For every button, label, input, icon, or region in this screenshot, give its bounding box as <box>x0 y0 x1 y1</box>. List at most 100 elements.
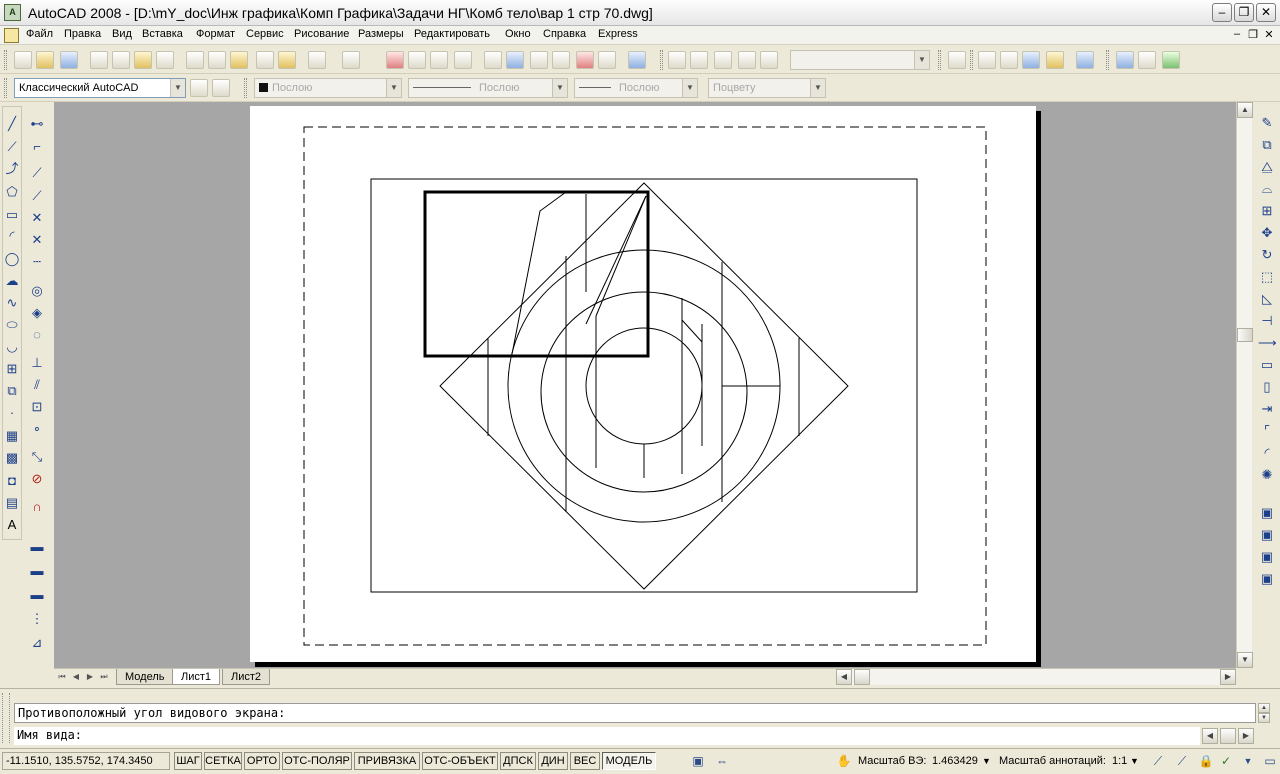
command-line-input[interactable]: Имя вида: <box>14 727 1200 745</box>
doc-close-button[interactable]: ✕ <box>1262 28 1276 41</box>
menu-edit[interactable]: Правка <box>64 28 101 40</box>
markup-icon[interactable] <box>576 51 594 69</box>
maximize-viewport-icon[interactable]: ▣ <box>690 753 706 769</box>
menu-format[interactable]: Формат <box>196 28 235 40</box>
table-icon[interactable]: ▤ <box>3 494 21 512</box>
cmd-scroll-right-button[interactable]: ▶ <box>1238 728 1254 744</box>
snap-tracking-icon[interactable]: ⊷ <box>28 115 46 133</box>
snap-center-icon[interactable]: ◎ <box>28 282 46 300</box>
tab-model[interactable]: Модель <box>116 669 174 685</box>
close-button[interactable]: ✕ <box>1256 3 1276 22</box>
workspace-settings-icon[interactable] <box>190 79 208 97</box>
menu-modify[interactable]: Редактировать <box>414 28 490 40</box>
offset-icon[interactable]: ⌓ <box>1258 180 1276 198</box>
save-icon[interactable] <box>60 51 78 69</box>
viewport-scale-value[interactable]: 1.463429 <box>932 755 978 767</box>
toolbar-grip[interactable] <box>4 78 7 98</box>
last-tab-icon[interactable]: ⏭ <box>98 670 110 684</box>
zoom-previous-icon[interactable] <box>454 51 472 69</box>
snap-midpoint-icon[interactable]: ⟋ <box>28 187 46 205</box>
scale-icon[interactable]: ⬚ <box>1258 268 1276 286</box>
dim-style-icon[interactable]: ⊿ <box>28 634 46 652</box>
mirror-icon[interactable]: ⧋ <box>1258 158 1276 176</box>
tool-palettes-icon[interactable] <box>530 51 548 69</box>
3d-view-icon[interactable] <box>1000 51 1018 69</box>
polyline-icon[interactable]: ⤴ <box>3 160 21 178</box>
dim-baseline-icon[interactable]: ▬ <box>28 586 46 604</box>
plotstyle-combo[interactable]: Поцвету ▼ <box>708 78 826 98</box>
chevron-down-icon[interactable]: ▼ <box>810 79 825 97</box>
make-block-icon[interactable]: ⧉ <box>3 382 21 400</box>
restore-button[interactable]: ❐ <box>1234 3 1254 22</box>
dim-ordinate-icon[interactable]: ⋮ <box>28 610 46 628</box>
open-file-icon[interactable] <box>36 51 54 69</box>
snap-perpendicular-icon[interactable]: ⊥ <box>28 354 46 372</box>
copy-object-icon[interactable]: ⧉ <box>1258 136 1276 154</box>
help-icon[interactable] <box>628 51 646 69</box>
auto-scale-icon[interactable]: ⟋ <box>1174 753 1190 769</box>
insert-block-icon[interactable]: ⊞ <box>3 360 21 378</box>
menu-dimension[interactable]: Размеры <box>358 28 404 40</box>
snap-extension-icon[interactable]: ┄ <box>28 253 46 271</box>
circle-icon[interactable]: ◯ <box>3 250 21 268</box>
publish-icon[interactable] <box>134 51 152 69</box>
print-preview-icon[interactable] <box>112 51 130 69</box>
gradient-icon[interactable]: ▩ <box>3 449 21 467</box>
bring-above-icon[interactable]: ▣ <box>1258 548 1276 566</box>
move-icon[interactable]: ✥ <box>1258 224 1276 242</box>
menu-file[interactable]: Файл <box>26 28 53 40</box>
polygon-icon[interactable]: ⬠ <box>3 183 21 201</box>
toggle-model-paper[interactable]: МОДЕЛЬ <box>602 752 656 770</box>
break-at-point-icon[interactable]: ▭ <box>1258 356 1276 374</box>
camera-icon[interactable] <box>738 51 756 69</box>
osnap-settings-icon[interactable]: ∩ <box>28 498 46 516</box>
fillet-icon[interactable]: ◜ <box>1258 444 1276 462</box>
print-icon[interactable] <box>90 51 108 69</box>
break-icon[interactable]: ▯ <box>1258 378 1276 396</box>
toolbar-grip[interactable] <box>244 78 247 98</box>
menu-window[interactable]: Окно <box>505 28 531 40</box>
toggle-snap[interactable]: ШАГ <box>174 752 202 770</box>
undo-icon[interactable] <box>308 51 326 69</box>
sphere-icon[interactable] <box>1022 51 1040 69</box>
ellipse-icon[interactable]: ⬭ <box>3 316 21 334</box>
cmd-scroll-left-button[interactable]: ◀ <box>1202 728 1218 744</box>
dim-linear-icon[interactable]: ▬ <box>28 538 46 556</box>
drawing-area[interactable] <box>54 102 1236 668</box>
region-icon[interactable]: ◘ <box>3 472 21 490</box>
match-properties-icon[interactable] <box>256 51 274 69</box>
history-scroll-up-button[interactable]: ▲ <box>1258 703 1270 713</box>
previous-tab-icon[interactable]: ◀ <box>70 670 82 684</box>
lineweight-combo[interactable]: Послою ▼ <box>574 78 698 98</box>
text-style-icon[interactable] <box>948 51 966 69</box>
snap-node-icon[interactable]: ∘ <box>28 420 46 438</box>
cut-icon[interactable] <box>186 51 204 69</box>
document-icon[interactable] <box>4 28 19 43</box>
layout-sheet[interactable] <box>250 106 1036 662</box>
snap-insert-icon[interactable]: ⊡ <box>28 398 46 416</box>
toggle-osnap[interactable]: ПРИВЯЗКА <box>354 752 420 770</box>
viewport-scroll-icon[interactable]: ⇔ <box>714 753 730 769</box>
menu-tools[interactable]: Сервис <box>246 28 284 40</box>
zoom-realtime-icon[interactable] <box>408 51 426 69</box>
line-icon[interactable]: ╱ <box>3 115 21 133</box>
workspace-combo[interactable]: Классический AutoCAD ▼ <box>14 78 186 98</box>
tab-layout1[interactable]: Лист1 <box>172 669 221 685</box>
status-menu-icon[interactable]: ▼ <box>1240 753 1256 769</box>
rectangle-icon[interactable]: ▭ <box>3 206 21 224</box>
free-orbit-icon[interactable] <box>1138 51 1156 69</box>
minimize-button[interactable]: ‒ <box>1212 3 1232 22</box>
snap-endpoint-icon[interactable]: ⟋ <box>28 164 46 182</box>
toggle-ortho[interactable]: ОРТО <box>244 752 280 770</box>
snap-tangent-icon[interactable]: ◌ <box>28 326 46 344</box>
box-icon[interactable] <box>978 51 996 69</box>
toggle-lwt[interactable]: ВЕС <box>570 752 600 770</box>
color-combo[interactable]: Послою ▼ <box>254 78 402 98</box>
toolbar-lock-icon[interactable]: 🔒 <box>1198 753 1214 769</box>
point-icon[interactable]: · <box>3 404 21 422</box>
doc-minimize-button[interactable]: – <box>1230 28 1244 40</box>
menu-help[interactable]: Справка <box>543 28 586 40</box>
chevron-down-icon[interactable]: ▼ <box>682 79 697 97</box>
toggle-grid[interactable]: СЕТКА <box>204 752 242 770</box>
clean-screen-icon[interactable]: ▭ <box>1262 753 1278 769</box>
